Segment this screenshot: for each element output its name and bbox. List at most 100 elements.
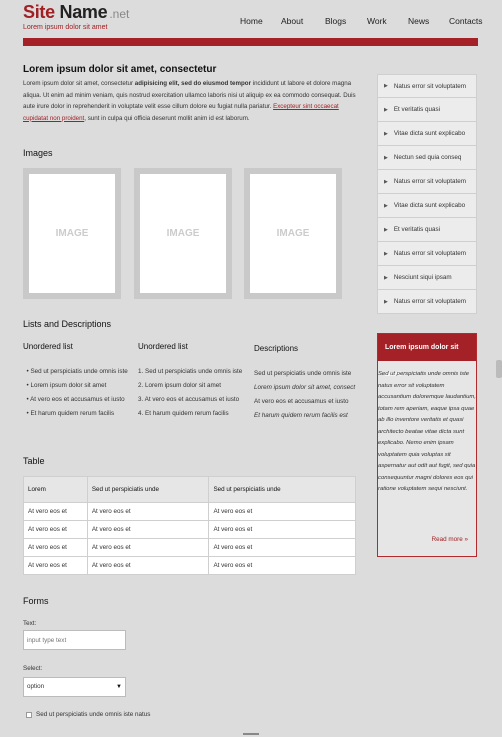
text-field-label: Text: — [23, 620, 37, 627]
data-table: Lorem Sed ut perspiciatis unde Sed ut pe… — [23, 476, 356, 575]
table-cell: At vero eos et — [23, 538, 88, 557]
table-cell: At vero eos et — [86, 520, 210, 539]
table-cell: At vero eos et — [208, 556, 356, 575]
table-row: At vero eos et At vero eos et At vero eo… — [23, 556, 356, 575]
description-term: Sed ut perspiciatis unde omnis iste — [254, 370, 352, 377]
read-more-link[interactable]: Read more » — [432, 536, 468, 543]
intro-text-end: , sunt in culpa qui officia deserunt mol… — [84, 114, 250, 122]
table-header-row: Lorem Sed ut perspiciatis unde Sed ut pe… — [23, 476, 356, 503]
table-cell: At vero eos et — [86, 502, 210, 521]
intro-bold-text: adipisicing elit, sed do eiusmod tempor — [134, 80, 251, 87]
table-header-cell: Sed ut perspiciatis unde — [86, 476, 210, 503]
table-title: Table — [23, 456, 45, 466]
sidebar-box-text: Sed ut perspiciatis unde omnis iste natu… — [378, 371, 476, 492]
image-placeholder: IMAGE — [244, 168, 342, 299]
sidebar-info-box: Lorem ipsum dolor sit amet Sed ut perspi… — [377, 333, 477, 557]
caret-right-icon: ▶ — [384, 106, 388, 113]
main-nav: Home About Blogs Work News Contacts — [240, 16, 483, 30]
description-term: At vero eos et accusamus et iusto — [254, 398, 349, 405]
nav-home[interactable]: Home — [240, 16, 263, 26]
description-detail: Et harum quidem rerum facilis est — [254, 412, 348, 419]
table-cell: At vero eos et — [23, 502, 88, 521]
caret-right-icon: ▶ — [384, 298, 388, 305]
caret-right-icon: ▶ — [384, 154, 388, 161]
select-value: option — [27, 683, 45, 690]
images-title: Images — [23, 148, 53, 158]
list-item: 1. Sed ut perspiciatis unde omnis iste — [138, 368, 243, 375]
text-input[interactable] — [23, 630, 126, 650]
header-accent-bar — [23, 38, 478, 46]
sidebar-menu-item[interactable]: ▶ Natus error sit voluptatem — [377, 290, 477, 314]
table-cell: At vero eos et — [86, 556, 210, 575]
image-placeholder: IMAGE — [23, 168, 121, 299]
intro-text-start: Lorem ipsum dolor sit amet, consectetur — [23, 80, 135, 87]
intro-title: Lorem ipsum dolor sit amet, consectetur — [23, 64, 217, 75]
table-cell: At vero eos et — [208, 502, 356, 521]
site-tagline: Lorem ipsum dolor sit amet — [23, 24, 108, 31]
list-item: 2. Lorem ipsum dolor sit amet — [138, 382, 221, 389]
nav-about[interactable]: About — [281, 16, 303, 26]
sidebar-menu-item[interactable]: ▶ Natus error sit voluptatem — [377, 242, 477, 266]
table-cell: At vero eos et — [86, 538, 210, 557]
sidebar-menu-item[interactable]: ▶ Et veritatis quasi — [377, 98, 477, 122]
nav-contacts[interactable]: Contacts — [449, 16, 483, 26]
nav-news[interactable]: News — [408, 16, 429, 26]
ordered-list-title: Unordered list — [138, 342, 188, 351]
list-item: 3. At vero eos et accusamus et iusto — [138, 396, 240, 403]
sidebar-menu: ▶ Natus error sit voluptatem ▶ Et veritati… — [377, 74, 477, 314]
logo-site-word: Site — [23, 2, 55, 22]
caret-right-icon: ▶ — [384, 178, 388, 185]
unordered-list-title: Unordered list — [23, 342, 73, 351]
sidebar-menu-item[interactable]: ▶ Nectun sed quia conseq — [377, 146, 477, 170]
descriptions-title: Descriptions — [254, 344, 299, 353]
option-select[interactable]: option ▼ — [23, 677, 126, 697]
unordered-list-column: Unordered list • Sed ut perspiciatis und… — [23, 342, 133, 421]
sidebar-menu-item[interactable]: ▶ Natus error sit voluptatem — [377, 170, 477, 194]
table-cell: At vero eos et — [208, 538, 356, 557]
lists-title: Lists and Descriptions — [23, 319, 112, 329]
descriptions-column: Descriptions Sed ut perspiciatis unde om… — [254, 344, 364, 423]
table-header-cell: Lorem — [23, 476, 88, 503]
intro-paragraph: Lorem ipsum dolor sit amet, consectetur … — [23, 78, 357, 124]
ordered-list-column: Unordered list 1. Sed ut perspiciatis un… — [138, 342, 248, 421]
caret-right-icon: ▶ — [384, 226, 388, 233]
caret-right-icon: ▶ — [384, 83, 388, 89]
table-row: At vero eos et At vero eos et At vero eo… — [23, 502, 356, 521]
dropdown-arrow-icon: ▼ — [116, 684, 122, 690]
logo-tld: .net — [109, 7, 130, 21]
nav-work[interactable]: Work — [367, 16, 387, 26]
sidebar-menu-item[interactable]: ▶ Et veritatis quasi — [377, 218, 477, 242]
caret-right-icon: ▶ — [384, 202, 388, 209]
list-item: • Sed ut perspiciatis unde omnis iste — [23, 368, 128, 375]
select-label: Select: — [23, 665, 43, 672]
table-cell: At vero eos et — [23, 556, 88, 575]
caret-right-icon: ▶ — [384, 250, 388, 257]
checkbox[interactable] — [26, 711, 32, 718]
sidebar-menu-item[interactable]: ▶ Vitae dicta sunt explicabo — [377, 122, 477, 146]
list-item: • Et harum quidem rerum facilis — [23, 410, 115, 417]
list-item: • Lorem ipsum dolor sit amet — [23, 382, 107, 389]
list-item: • At vero eos et accusamus et iusto — [23, 396, 125, 403]
checkbox-row[interactable]: Sed ut perspiciatis unde omnis iste natu… — [26, 711, 150, 718]
scroll-handle[interactable] — [496, 360, 502, 378]
nav-blogs[interactable]: Blogs — [325, 16, 346, 26]
logo-name-word: Name — [59, 2, 108, 22]
forms-title: Forms — [23, 596, 49, 606]
description-detail: Lorem ipsum dolor sit amet, consect — [254, 384, 356, 391]
caret-right-icon: ▶ — [384, 274, 388, 281]
table-cell: At vero eos et — [208, 520, 356, 539]
image-placeholder-label: IMAGE — [29, 174, 115, 293]
table-cell: At vero eos et — [23, 520, 88, 539]
site-logo[interactable]: Site Name .net — [23, 2, 129, 23]
sidebar-menu-item[interactable]: ▶ Nesciunt siqui ipsam — [377, 266, 477, 290]
sidebar-menu-item[interactable]: ▶ Vitae dicta sunt explicabo — [377, 194, 477, 218]
checkbox-label: Sed ut perspiciatis unde omnis iste natu… — [36, 711, 151, 718]
table-row: At vero eos et At vero eos et At vero eo… — [23, 520, 356, 539]
table-header-cell: Sed ut perspiciatis unde — [208, 476, 356, 503]
bottom-handle[interactable] — [243, 733, 259, 735]
sidebar-box-title: Lorem ipsum dolor sit amet — [378, 334, 476, 378]
sidebar-menu-item[interactable]: ▶ Natus error sit voluptatem — [377, 74, 477, 98]
list-item: 4. Et harum quidem rerum facilis — [138, 410, 229, 417]
table-row: At vero eos et At vero eos et At vero eo… — [23, 538, 356, 557]
image-placeholder-label: IMAGE — [140, 174, 226, 293]
